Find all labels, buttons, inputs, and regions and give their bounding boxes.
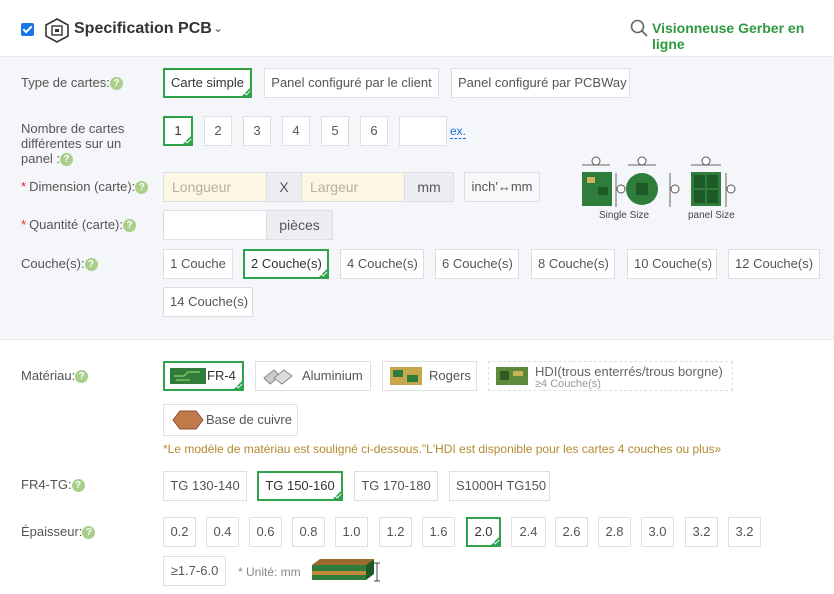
board-type-customer-panel[interactable]: Panel configuré par le client <box>264 68 439 98</box>
quantity-label: * Quantité (carte):? <box>21 217 136 233</box>
length-input[interactable]: Longueur <box>163 172 267 202</box>
thickness-2.0[interactable]: 2.0 <box>466 517 501 547</box>
designs-option-3[interactable]: 3 <box>243 116 271 146</box>
chevron-down-icon[interactable]: ⌄ <box>213 21 223 35</box>
aluminium-board-icon <box>263 369 293 385</box>
search-icon[interactable] <box>630 19 648 37</box>
designs-option-6[interactable]: 6 <box>360 116 388 146</box>
tg-label: FR4-TG:? <box>21 477 85 493</box>
spec-header: Specification PCB ⌄ Visionneuse Gerber e… <box>0 0 834 56</box>
thickness-2.4[interactable]: 2.4 <box>511 517 546 547</box>
material-rogers-label: Rogers <box>429 368 471 383</box>
material-label: Matériau:? <box>21 368 89 384</box>
help-icon[interactable]: ? <box>82 526 96 540</box>
layers-option-1[interactable]: 1 Couche <box>163 249 233 279</box>
pcb-board-icon <box>312 559 380 582</box>
designs-option-5[interactable]: 5 <box>321 116 349 146</box>
thickness-1.6[interactable]: 1.6 <box>422 517 455 547</box>
pcb-chip-icon <box>45 18 69 43</box>
designs-label: Nombre de cartes différentes sur un pane… <box>21 121 125 167</box>
help-icon[interactable]: ? <box>84 258 98 272</box>
layers-option-4[interactable]: 4 Couche(s) <box>340 249 424 279</box>
fr4-board-icon <box>170 368 206 384</box>
layers-option-12[interactable]: 12 Couche(s) <box>728 249 820 279</box>
thickness-0.6[interactable]: 0.6 <box>249 517 282 547</box>
material-hdi-label: HDI(trous enterrés/trous borgne) <box>535 364 723 379</box>
help-icon[interactable]: ? <box>109 77 123 91</box>
dimension-separator: X <box>266 172 302 202</box>
board-type-pcbway-panel[interactable]: Panel configuré par PCBWay <box>451 68 630 98</box>
thickness-1.2[interactable]: 1.2 <box>379 517 412 547</box>
tg-option-150[interactable]: TG 150-160 <box>257 471 343 501</box>
tg-option-170[interactable]: TG 170-180 <box>354 471 438 501</box>
thickness-1.0[interactable]: 1.0 <box>335 517 368 547</box>
designs-option-4[interactable]: 4 <box>282 116 310 146</box>
help-icon[interactable]: ? <box>75 370 89 384</box>
section-title: Specification PCB <box>74 20 212 37</box>
help-icon[interactable]: ? <box>135 181 149 195</box>
layers-option-14[interactable]: 14 Couche(s) <box>163 287 253 317</box>
gerber-viewer-link[interactable]: Visionneuse Gerber en ligne <box>652 20 834 52</box>
thickness-label: Épaisseur:? <box>21 524 96 540</box>
layers-option-10[interactable]: 10 Couche(s) <box>627 249 717 279</box>
help-icon[interactable]: ? <box>123 219 136 233</box>
hdi-board-icon <box>496 367 528 385</box>
width-input[interactable]: Largeur <box>301 172 405 202</box>
convert-unit-button[interactable]: inch'↔mm <box>464 172 540 202</box>
board-type-label: Type de cartes:? <box>21 75 123 91</box>
layers-label: Couche(s):? <box>21 256 98 272</box>
designs-option-1[interactable]: 1 <box>163 116 193 146</box>
quantity-input[interactable] <box>163 210 267 240</box>
quantity-unit: pièces <box>266 210 333 240</box>
tg-option-130[interactable]: TG 130-140 <box>163 471 247 501</box>
section-checkbox[interactable] <box>21 23 34 36</box>
panel-size-caption: panel Size <box>688 210 735 221</box>
material-note: *Le modèle de matériau est souligné ci-d… <box>163 442 722 456</box>
thickness-3.0[interactable]: 3.0 <box>641 517 674 547</box>
material-aluminium-label: Aluminium <box>302 368 363 383</box>
material-copper-label: Base de cuivre <box>206 412 292 427</box>
thickness-custom[interactable]: ≥1.7-6.0 <box>163 556 226 586</box>
designs-example-link[interactable]: ex. <box>450 124 467 139</box>
thickness-3.2[interactable]: 3.2 <box>685 517 718 547</box>
help-icon[interactable]: ? <box>71 479 85 493</box>
thickness-0.8[interactable]: 0.8 <box>292 517 325 547</box>
tg-option-s1000h[interactable]: S1000H TG150 <box>449 471 550 501</box>
copper-base-icon <box>172 410 204 430</box>
dimension-unit: mm <box>404 172 454 202</box>
help-icon[interactable]: ? <box>60 153 74 167</box>
thickness-2.6[interactable]: 2.6 <box>555 517 588 547</box>
layers-option-2[interactable]: 2 Couche(s) <box>243 249 329 279</box>
thickness-0.2[interactable]: 0.2 <box>163 517 196 547</box>
layers-option-8[interactable]: 8 Couche(s) <box>531 249 615 279</box>
single-size-caption: Single Size <box>599 210 650 221</box>
thickness-2.8[interactable]: 2.8 <box>598 517 631 547</box>
dimension-label: * Dimension (carte):? <box>21 179 149 195</box>
material-fr4-label: FR-4 <box>207 368 236 383</box>
material-hdi-sublabel: ≥4 Couche(s) <box>535 378 601 390</box>
pcb-size-diagram <box>582 156 736 207</box>
rogers-board-icon <box>390 367 422 385</box>
designs-option-2[interactable]: 2 <box>204 116 232 146</box>
board-type-single[interactable]: Carte simple <box>163 68 252 98</box>
designs-custom-input[interactable] <box>399 116 447 146</box>
thickness-extra[interactable]: 3.2 <box>728 517 761 547</box>
thickness-unit-note: * Unité: mm <box>238 565 301 579</box>
thickness-0.4[interactable]: 0.4 <box>206 517 239 547</box>
layers-option-6[interactable]: 6 Couche(s) <box>435 249 519 279</box>
